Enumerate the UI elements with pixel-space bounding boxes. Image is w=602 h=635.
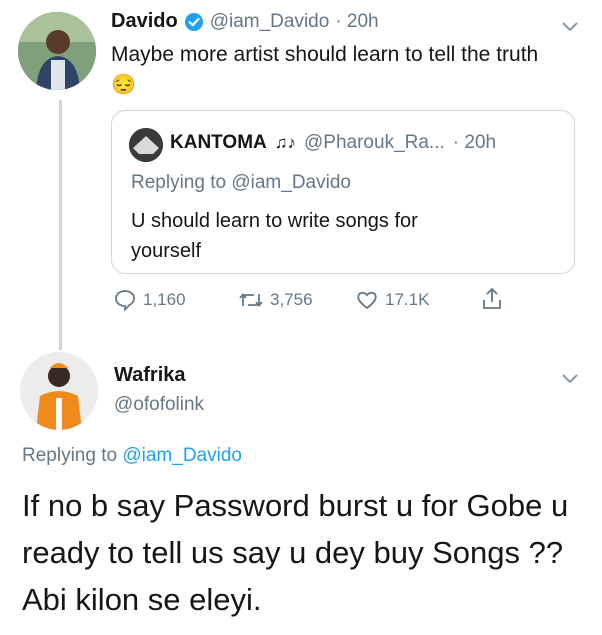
reply-avatar-photo-icon — [20, 352, 98, 430]
tweet-text: Maybe more artist should learn to tell t… — [111, 40, 561, 100]
reply-replying-label: Replying to — [22, 445, 118, 466]
retweet-icon — [239, 293, 263, 307]
reply-author-name[interactable]: Wafrika — [114, 364, 186, 387]
reply-avatar[interactable] — [20, 352, 98, 430]
reply-replying-handle[interactable]: @iam_Davido — [122, 445, 242, 466]
quoted-author-handle: @Pharouk_Ra... — [304, 132, 445, 153]
thread-line — [59, 100, 62, 350]
reply-replying-line: Replying to @iam_Davido — [22, 445, 242, 467]
quoted-text-line-1: U should learn to write songs for — [131, 210, 418, 232]
chevron-down-icon[interactable] — [560, 16, 580, 36]
verified-badge-icon — [184, 12, 204, 32]
quoted-text: U should learn to write songs for yourse… — [131, 206, 418, 266]
author-name[interactable]: Davido — [111, 10, 178, 33]
avatar-photo-icon — [18, 12, 96, 90]
quoted-timestamp: · 20h — [452, 132, 497, 153]
retweet-count: 3,756 — [270, 290, 313, 309]
heart-icon — [357, 291, 377, 310]
share-icon — [483, 287, 501, 309]
music-notes-icon: ♫♪ — [274, 133, 297, 152]
reply-text-line-3: Abi kilon se eleyi. — [22, 582, 262, 617]
like-count: 17.1K — [385, 290, 430, 309]
share-button[interactable] — [480, 286, 504, 312]
reply-icon — [115, 290, 135, 312]
quoted-text-line-2: yourself — [131, 240, 202, 262]
quoted-author-name: KANTOMA — [170, 132, 267, 153]
tweet-timestamp[interactable]: · 20h — [335, 11, 378, 33]
pensive-emoji: 😔 — [111, 74, 136, 96]
reply-chevron-down-icon[interactable] — [560, 368, 580, 388]
like-button[interactable]: 17.1K — [355, 288, 429, 312]
quoted-replying-label: Replying to — [131, 172, 227, 193]
quoted-avatar-photo-icon — [129, 128, 163, 162]
quoted-replying-handle: @iam_Davido — [231, 172, 351, 193]
reply-text: If no b say Password burst u for Gobe u … — [22, 482, 592, 623]
avatar[interactable] — [18, 12, 96, 90]
reply-text-line-2: ready to tell us say u dey buy Songs ?? — [22, 535, 564, 570]
quoted-avatar — [129, 128, 163, 162]
reply-count: 1,160 — [143, 290, 186, 309]
quoted-replying-line: Replying to @iam_Davido — [131, 172, 351, 194]
tweet-body: Maybe more artist should learn to tell t… — [111, 43, 539, 66]
reply-text-line-1: If no b say Password burst u for Gobe u — [22, 488, 569, 523]
author-handle[interactable]: @iam_Davido — [210, 11, 330, 33]
reply-button[interactable]: 1,160 — [113, 288, 186, 312]
reply-author-handle[interactable]: @ofofolink — [114, 394, 204, 416]
retweet-button[interactable]: 3,756 — [238, 288, 313, 312]
